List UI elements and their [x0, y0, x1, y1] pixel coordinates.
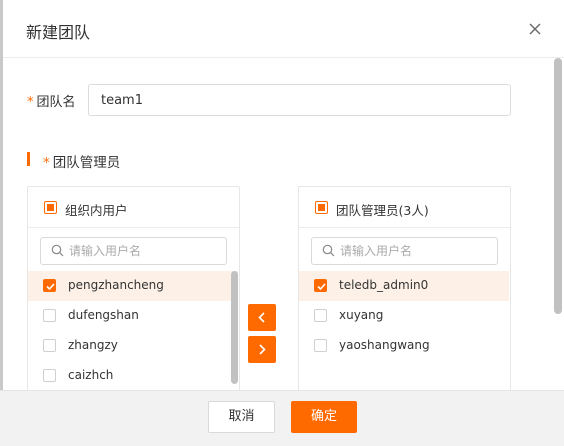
confirm-button[interactable]: 确定 [291, 401, 357, 433]
team-name-label-text: 团队名 [36, 95, 76, 110]
org-users-search [40, 237, 227, 265]
required-mark: * [27, 95, 34, 110]
team-admins-panel-title: 团队管理员(3人) [336, 203, 429, 218]
close-icon[interactable] [524, 18, 546, 40]
org-users-search-input[interactable] [69, 242, 219, 260]
list-item-label: xuyang [339, 308, 384, 322]
list-item[interactable]: teledb_admin0 [299, 271, 509, 301]
select-all-team-admins-checkbox[interactable] [315, 201, 328, 214]
list-item-label: yaoshangwang [339, 338, 430, 352]
list-item[interactable]: pengzhancheng [28, 271, 238, 301]
list-item-label: dufengshan [68, 308, 139, 322]
dialog-title: 新建团队 [26, 23, 91, 42]
list-item[interactable]: dufengshan [28, 301, 238, 331]
list-item[interactable]: yaoshangwang [299, 331, 509, 361]
move-left-button[interactable] [248, 304, 276, 331]
chevron-right-icon [259, 344, 266, 355]
org-users-scrollbar[interactable] [231, 271, 238, 384]
list-item-checkbox[interactable] [43, 339, 56, 352]
list-item-label: caizhch [68, 368, 114, 382]
search-icon [322, 244, 335, 257]
cancel-button[interactable]: 取消 [208, 401, 275, 433]
admins-section-label: * 团队管理员 [43, 151, 120, 171]
move-right-button[interactable] [248, 336, 276, 363]
dialog-footer: 取消 确定 [0, 390, 564, 446]
list-item-checkbox[interactable] [43, 369, 56, 382]
dialog-scrollbar[interactable] [554, 58, 562, 314]
org-users-panel-header: 组织内用户 [28, 187, 239, 228]
list-item-checkbox[interactable] [43, 309, 56, 322]
section-accent-bar [27, 152, 30, 166]
admins-section-label-text: 团队管理员 [52, 155, 121, 171]
team-admins-search [311, 237, 498, 265]
list-item-checkbox[interactable] [314, 309, 327, 322]
org-users-panel-title: 组织内用户 [65, 203, 128, 218]
chevron-left-icon [258, 312, 265, 323]
list-item-label: zhangzy [68, 338, 118, 352]
list-item[interactable]: xuyang [299, 301, 509, 331]
team-admins-panel: 团队管理员(3人) teledb_admin0 xuyang yaoshangw… [298, 186, 511, 406]
search-icon [51, 244, 64, 257]
list-item[interactable]: caizhch [28, 361, 238, 391]
org-users-panel: 组织内用户 pengzhancheng dufengshan zhangzy c… [27, 186, 240, 406]
list-item-label: teledb_admin0 [339, 278, 429, 292]
team-admins-search-input[interactable] [340, 242, 490, 260]
team-name-label: * 团队名 [27, 91, 76, 110]
create-team-dialog: 新建团队 *团队名 *团队管理员 组织内用户 pengzhancheng duf… [0, 0, 564, 446]
required-mark: * [43, 155, 50, 171]
select-all-org-users-checkbox[interactable] [44, 201, 57, 214]
list-item-checkbox[interactable] [314, 279, 327, 292]
team-name-input[interactable] [88, 84, 511, 116]
dialog-header: 新建团队 [0, 0, 564, 58]
backdrop-edge [0, 0, 3, 446]
list-item[interactable]: zhangzy [28, 331, 238, 361]
list-item-checkbox[interactable] [314, 339, 327, 352]
team-admins-panel-header: 团队管理员(3人) [299, 187, 510, 228]
list-item-label: pengzhancheng [68, 278, 164, 292]
list-item-checkbox[interactable] [43, 279, 56, 292]
